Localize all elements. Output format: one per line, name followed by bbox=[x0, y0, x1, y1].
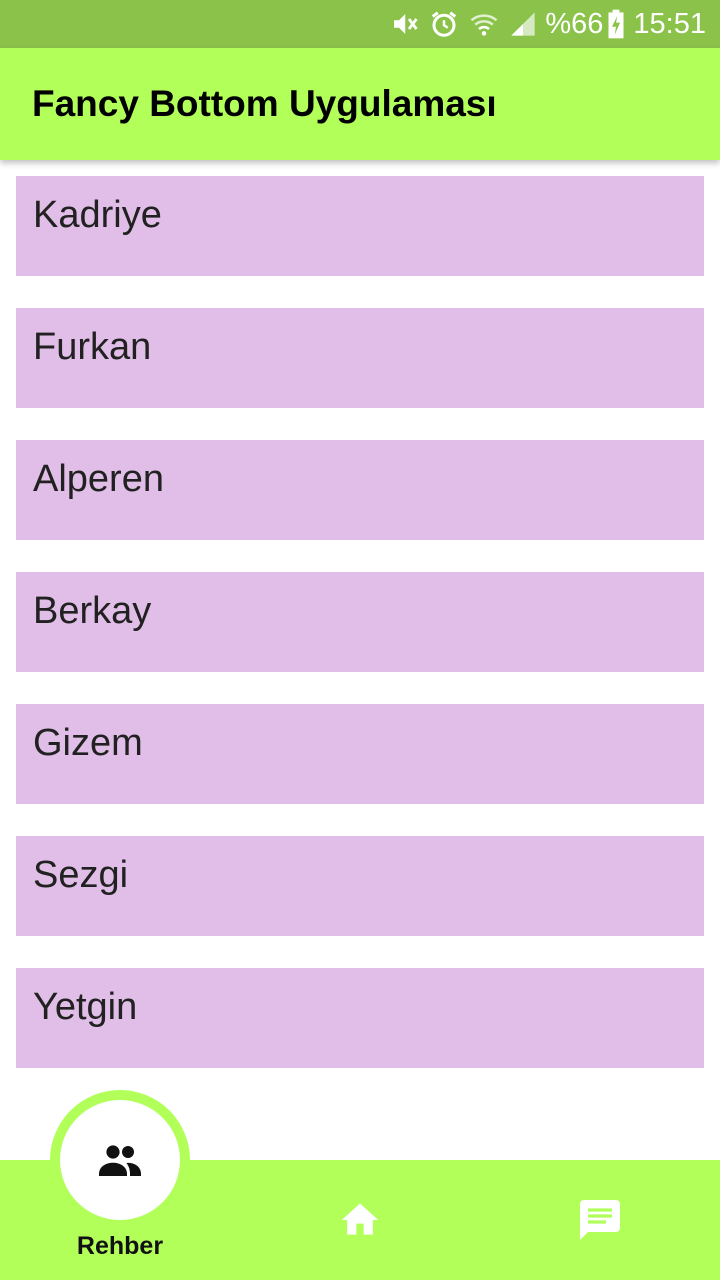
list-item[interactable]: Furkan bbox=[16, 308, 704, 408]
status-bar: %66 15:51 bbox=[0, 0, 720, 48]
list-item[interactable]: Berkay bbox=[16, 572, 704, 672]
list-item[interactable]: Gizem bbox=[16, 704, 704, 804]
list-item[interactable]: Kadriye bbox=[16, 176, 704, 276]
message-icon bbox=[576, 1196, 624, 1244]
nav-tab-rehber-label: Rehber bbox=[76, 1232, 164, 1260]
signal-icon bbox=[509, 0, 537, 48]
list-item[interactable]: Yetgin bbox=[16, 968, 704, 1068]
nav-tab-messages[interactable] bbox=[560, 1180, 640, 1260]
alarm-icon bbox=[429, 0, 459, 48]
wifi-icon bbox=[469, 0, 499, 48]
home-icon bbox=[338, 1198, 382, 1242]
contact-list: Kadriye Furkan Alperen Berkay Gizem Sezg… bbox=[16, 176, 704, 1100]
status-time: 15:51 bbox=[633, 7, 706, 40]
app-bar: Fancy Bottom Uygulaması bbox=[0, 48, 720, 160]
nav-tab-rehber[interactable] bbox=[60, 1100, 180, 1220]
list-item[interactable]: Sezgi bbox=[16, 836, 704, 936]
nav-tab-home[interactable] bbox=[320, 1180, 400, 1260]
list-item[interactable]: Alperen bbox=[16, 440, 704, 540]
battery-charging-icon bbox=[607, 0, 625, 48]
battery-percent: %66 bbox=[545, 7, 604, 40]
app-screen: %66 15:51 Fancy Bottom Uygulaması Kadriy… bbox=[0, 0, 720, 1280]
people-icon bbox=[96, 1136, 144, 1184]
mute-icon bbox=[389, 0, 419, 48]
page-title: Fancy Bottom Uygulaması bbox=[32, 83, 497, 124]
